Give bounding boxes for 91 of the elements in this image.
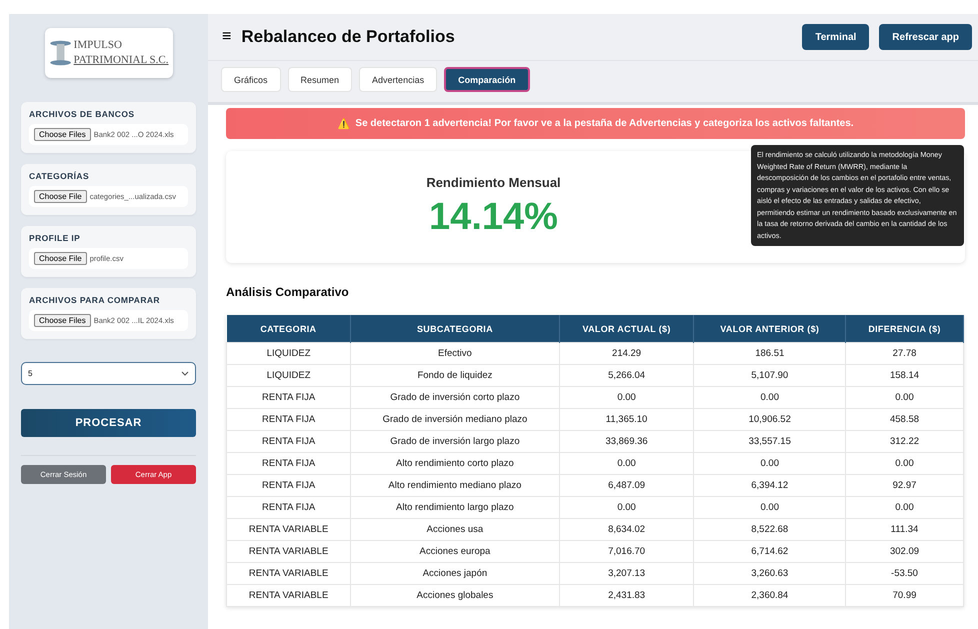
- table-cell: Acciones usa: [350, 518, 560, 540]
- table-cell: 33,557.15: [694, 430, 846, 452]
- table-cell: Grado de inversión mediano plazo: [350, 408, 560, 430]
- tab[interactable]: Resumen: [288, 67, 352, 92]
- table-cell: Grado de inversión largo plazo: [350, 430, 560, 452]
- table-cell: 10,906.52: [694, 408, 846, 430]
- column-header: VALOR ANTERIOR ($): [694, 315, 846, 342]
- column-header: DIFERENCIA ($): [846, 315, 964, 342]
- table-cell: 0.00: [694, 386, 846, 408]
- table-cell: RENTA VARIABLE: [226, 518, 351, 540]
- table-cell: 7,016.70: [559, 540, 694, 562]
- column-header: CATEGORIA: [226, 315, 351, 342]
- table-cell: RENTA FIJA: [226, 408, 351, 430]
- table-cell: 2,431.83: [559, 584, 694, 606]
- table-cell: 0.00: [559, 496, 694, 518]
- table-cell: 8,634.02: [559, 518, 694, 540]
- table-cell: 8,522.68: [694, 518, 846, 540]
- upload-label: PROFILE IP: [29, 233, 82, 243]
- column-header: SUBCATEGORIA: [350, 315, 560, 342]
- table-cell: 302.09: [846, 540, 964, 562]
- warning-text: Se detectaron 1 advertencia! Por favor ve a la pestaña de Advertencias y categoriza los activos faltantes.: [355, 118, 854, 129]
- process-button[interactable]: PROCESAR: [21, 409, 196, 437]
- table-cell: 11,365.10: [559, 408, 694, 430]
- menu-icon[interactable]: ≡: [222, 28, 232, 46]
- chevron-down-icon: [181, 371, 189, 376]
- table-cell: RENTA FIJA: [226, 430, 351, 452]
- choose-file-button[interactable]: Choose File: [34, 252, 87, 265]
- table-cell: 0.00: [846, 496, 964, 518]
- table-cell: 6,394.12: [694, 474, 846, 496]
- table-cell: 92.97: [846, 474, 964, 496]
- warning-icon: ⚠: [337, 118, 350, 130]
- table-cell: Acciones japón: [350, 562, 560, 584]
- table-cell: 2,360.84: [694, 584, 846, 606]
- column-header: VALOR ACTUAL ($): [559, 315, 694, 342]
- header-button[interactable]: Refrescar app: [879, 24, 972, 50]
- table-cell: 70.99: [846, 584, 964, 606]
- table-cell: 0.00: [846, 452, 964, 474]
- table-cell: 186.51: [694, 342, 846, 364]
- table-cell: 3,260.63: [694, 562, 846, 584]
- logo-text: PATRIMONIAL S.C.: [74, 53, 168, 68]
- table-cell: 158.14: [846, 364, 964, 386]
- table-cell: 111.34: [846, 518, 964, 540]
- table-cell: 6,714.62: [694, 540, 846, 562]
- table-cell: Grado de inversión corto plazo: [350, 386, 560, 408]
- metric-title: Rendimiento Mensual: [426, 175, 561, 190]
- table-cell: 0.00: [694, 496, 846, 518]
- tab[interactable]: Advertencias: [359, 67, 438, 92]
- table-cell: 33,869.36: [559, 430, 694, 452]
- table-cell: LIQUIDEZ: [226, 364, 351, 386]
- table-cell: 27.78: [846, 342, 964, 364]
- number-select[interactable]: 5: [21, 362, 196, 385]
- table-cell: Acciones globales: [350, 584, 560, 606]
- table-cell: RENTA FIJA: [226, 386, 351, 408]
- upload-label: CATEGORÍAS: [29, 171, 90, 181]
- choose-file-button[interactable]: Choose File: [34, 190, 87, 203]
- table-cell: RENTA VARIABLE: [226, 540, 351, 562]
- table-cell: RENTA FIJA: [226, 452, 351, 474]
- choose-file-button[interactable]: Choose Files: [34, 128, 91, 141]
- tab[interactable]: Comparación: [444, 67, 530, 92]
- logo-text: IMPULSO: [74, 38, 123, 53]
- table-cell: Alto rendimiento mediano plazo: [350, 474, 560, 496]
- choose-file-button[interactable]: Choose Files: [34, 314, 91, 327]
- table-cell: 312.22: [846, 430, 964, 452]
- table-cell: LIQUIDEZ: [226, 342, 351, 364]
- metric-value: 14.14%: [429, 196, 558, 239]
- table-cell: 5,107.90: [694, 364, 846, 386]
- table-cell: 0.00: [559, 452, 694, 474]
- table-cell: RENTA VARIABLE: [226, 584, 351, 606]
- table-cell: 6,487.09: [559, 474, 694, 496]
- tab[interactable]: Gráficos: [221, 67, 281, 92]
- table-cell: RENTA FIJA: [226, 496, 351, 518]
- table-cell: Efectivo: [350, 342, 560, 364]
- table-cell: 214.29: [559, 342, 694, 364]
- table-cell: RENTA VARIABLE: [226, 562, 351, 584]
- table-cell: 0.00: [559, 386, 694, 408]
- table-cell: 5,266.04: [559, 364, 694, 386]
- table-cell: Alto rendimiento largo plazo: [350, 496, 560, 518]
- page-title: Rebalanceo de Portafolios: [241, 27, 456, 47]
- table-cell: Fondo de liquidez: [350, 364, 560, 386]
- table-cell: 0.00: [846, 386, 964, 408]
- table-cell: 3,207.13: [559, 562, 694, 584]
- table-cell: RENTA FIJA: [226, 474, 351, 496]
- upload-label: ARCHIVOS DE BANCOS: [29, 109, 136, 119]
- header-button[interactable]: Terminal: [802, 24, 870, 50]
- table-cell: -53.50: [846, 562, 964, 584]
- table-cell: 458.58: [846, 408, 964, 430]
- section-title: Análisis Comparativo: [226, 285, 350, 299]
- table-cell: Acciones europa: [350, 540, 560, 562]
- table-cell: 0.00: [694, 452, 846, 474]
- upload-label: ARCHIVOS PARA COMPARAR: [29, 295, 161, 305]
- table-cell: Alto rendimiento corto plazo: [350, 452, 560, 474]
